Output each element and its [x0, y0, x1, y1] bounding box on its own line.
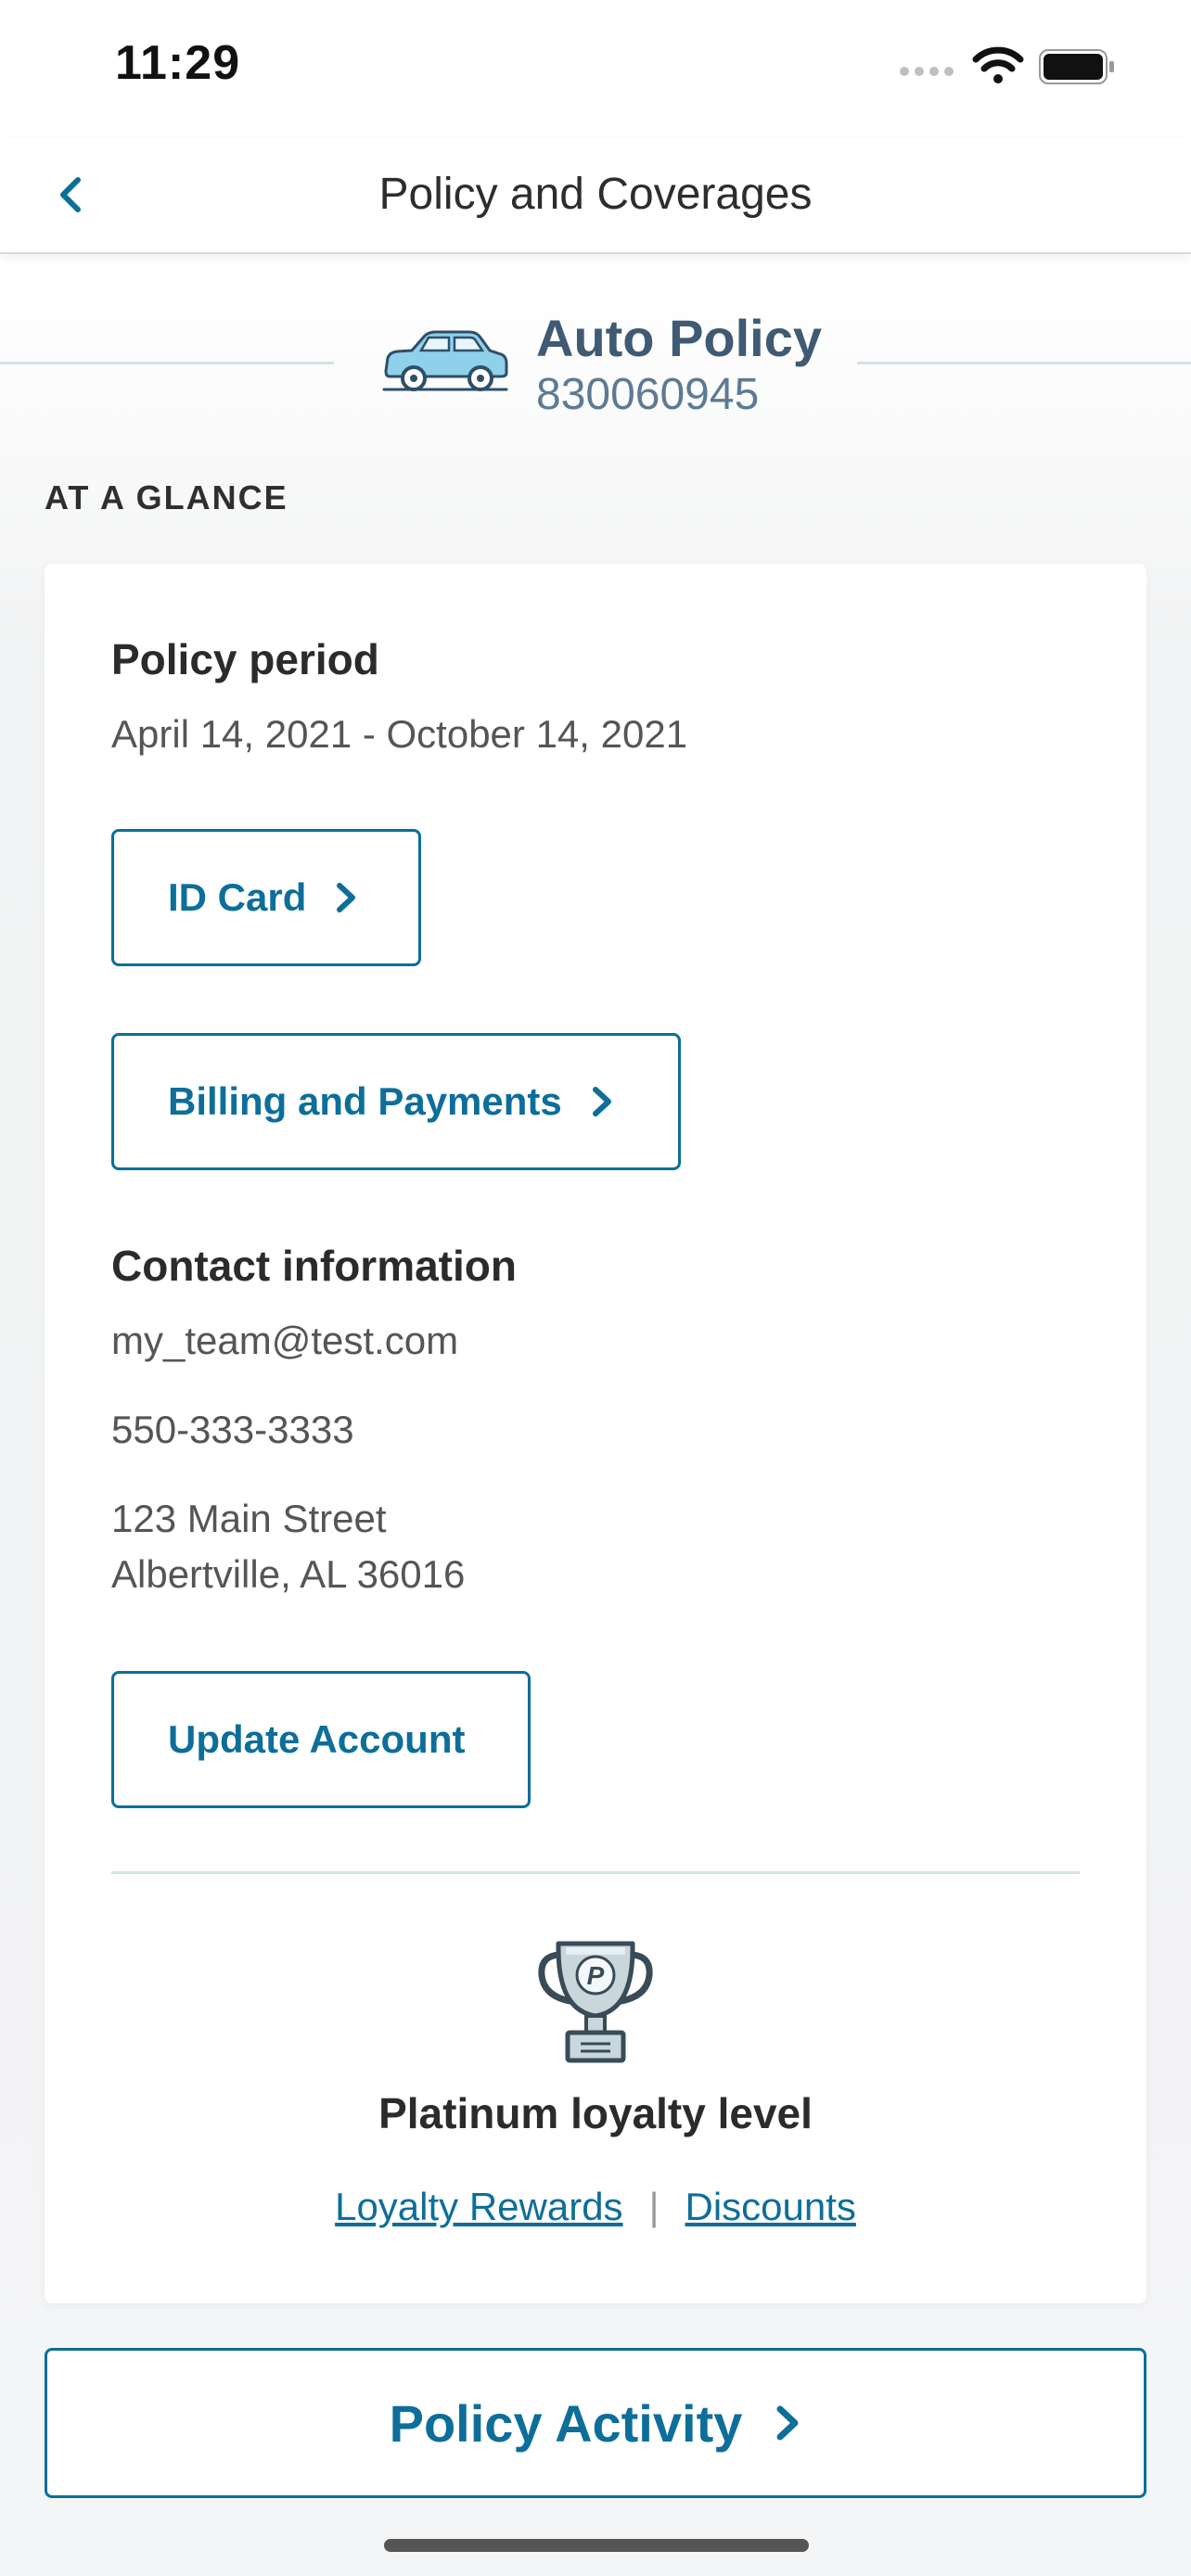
header-divider-right — [857, 362, 1191, 364]
policy-period-value: April 14, 2021 - October 14, 2021 — [111, 712, 688, 756]
chevron-right-icon — [776, 2405, 799, 2441]
update-account-button[interactable]: Update Account — [111, 1671, 531, 1808]
loyalty-rewards-link[interactable]: Loyalty Rewards — [335, 2185, 622, 2229]
policy-activity-label: Policy Activity — [389, 2393, 743, 2453]
contact-information-heading: Contact information — [111, 1242, 517, 1290]
home-indicator — [384, 2539, 809, 2552]
policy-header: Auto Policy 830060945 — [0, 297, 1191, 427]
policy-number: 830060945 — [536, 370, 760, 419]
chevron-right-icon — [337, 883, 356, 912]
trophy-icon: P — [538, 1941, 653, 2063]
address-line-1: 123 Main Street — [111, 1497, 387, 1540]
status-bar: 11:29 — [0, 0, 1191, 139]
update-account-label: Update Account — [168, 1717, 466, 1761]
billing-button-label: Billing and Payments — [168, 1079, 562, 1123]
chevron-right-icon — [592, 1087, 611, 1116]
navigation-bar: Policy and Coverages — [0, 139, 1191, 254]
policy-activity-button[interactable]: Policy Activity — [45, 2348, 1146, 2498]
loyalty-links: Loyalty Rewards | Discounts — [45, 2185, 1146, 2229]
billing-payments-button[interactable]: Billing and Payments — [111, 1033, 681, 1170]
id-card-button-label: ID Card — [168, 875, 307, 919]
header-divider-left — [0, 362, 334, 364]
card-divider — [111, 1871, 1080, 1874]
policy-period-heading: Policy period — [111, 635, 379, 683]
car-icon — [382, 330, 508, 391]
wifi-icon — [972, 46, 1024, 83]
svg-text:P: P — [587, 1961, 605, 1990]
loyalty-level-title: Platinum loyalty level — [378, 2089, 813, 2137]
section-label: AT A GLANCE — [45, 478, 288, 516]
screen: 11:29 Policy and Coverages Auto Policy 8… — [0, 0, 1191, 2576]
policy-name: Auto Policy — [536, 309, 823, 367]
links-separator: | — [648, 2185, 660, 2228]
status-time: 11:29 — [115, 36, 241, 90]
contact-email: my_team@test.com — [111, 1319, 459, 1362]
id-card-button[interactable]: ID Card — [111, 829, 421, 966]
contact-phone: 550-333-3333 — [111, 1408, 354, 1451]
address-line-2: Albertville, AL 36016 — [111, 1552, 466, 1596]
discounts-link[interactable]: Discounts — [685, 2185, 855, 2229]
battery-icon — [1039, 49, 1114, 84]
at-a-glance-card: Policy period April 14, 2021 - October 1… — [45, 564, 1146, 2303]
cellular-signal-icon — [900, 67, 954, 76]
page-title: Policy and Coverages — [378, 170, 813, 219]
